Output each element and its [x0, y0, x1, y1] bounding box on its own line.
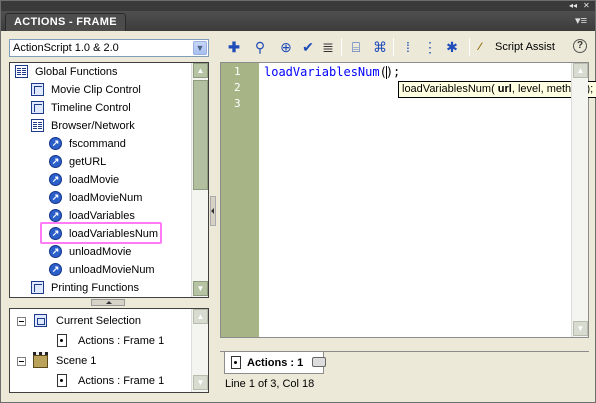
scroll-up-icon[interactable]: ▲ — [193, 63, 208, 78]
debug-options-icon[interactable]: ⌘ — [371, 38, 389, 56]
code-hint-tooltip: loadVariablesNum( url, level, method ); — [398, 81, 596, 98]
current-selection-icon — [34, 314, 47, 327]
panel-tab[interactable]: ACTIONS - FRAME — [5, 13, 126, 31]
script-editor[interactable]: 1 2 3 loadVariablesNum(); loadVariablesN… — [220, 62, 596, 338]
toolbox-item-label: Printing Functions — [51, 282, 140, 294]
pane-splitter-vertical[interactable] — [210, 196, 216, 226]
scroll-down-icon[interactable]: ▼ — [193, 281, 208, 296]
scroll-up-icon[interactable]: ▲ — [193, 309, 208, 324]
collapse-tree-icon[interactable] — [17, 357, 26, 366]
collapse-selection-icon[interactable]: ⋮ — [421, 38, 439, 56]
highlight-annotation — [40, 222, 162, 244]
toolbox-item-label: unloadMovieNum — [69, 264, 155, 276]
toolbar-separator — [341, 38, 342, 56]
line-number: 1 — [234, 65, 241, 78]
pin-script-icon[interactable] — [312, 357, 326, 367]
navigator-scrollbar[interactable]: ▲ ▼ — [191, 309, 208, 392]
add-item-icon[interactable]: ✚ — [225, 38, 243, 56]
book-icon — [31, 281, 44, 294]
actions-toolbar: ✚ ⚲ ⊕ ✔ ≣ ⌸ ⌘ ⁞ ⋮ ✱ ⁄ Script Assist ? — [221, 36, 593, 58]
code-close: ); — [385, 65, 401, 79]
code-hint-icon[interactable]: ⌸ — [347, 38, 365, 56]
function-icon: ↗ — [49, 173, 62, 186]
scene-frame[interactable]: Actions : Frame 1 — [78, 373, 164, 389]
toolbox-item-label: loadMovieNum — [69, 192, 143, 204]
wand-icon: ⁄ — [479, 41, 481, 53]
book-icon — [31, 101, 44, 114]
toolbar-separator — [393, 38, 394, 56]
tooltip-prefix: loadVariablesNum( — [402, 83, 498, 95]
function-icon: ↗ — [49, 209, 62, 222]
current-selection-label[interactable]: Current Selection — [56, 313, 141, 329]
collapse-braces-icon[interactable]: ⁞ — [399, 38, 417, 56]
target-path-icon[interactable]: ⊕ — [277, 38, 295, 56]
frame-icon — [57, 334, 67, 347]
close-panel-icon[interactable]: ✕ — [583, 2, 590, 10]
function-icon: ↗ — [49, 263, 62, 276]
script-tab-bar: Actions : 1 — [220, 351, 589, 375]
panel-title-bar: ◂◂ ✕ ACTIONS - FRAME ▾≡ — [1, 1, 595, 31]
scroll-down-icon[interactable]: ▼ — [573, 321, 588, 336]
panel-menu-icon[interactable]: ▾≡ — [575, 16, 587, 27]
pane-splitter-horizontal[interactable] — [91, 299, 125, 306]
code-function-name: loadVariablesNum — [264, 65, 380, 79]
scroll-down-icon[interactable]: ▼ — [193, 375, 208, 390]
function-icon: ↗ — [49, 191, 62, 204]
scrollbar-thumb[interactable] — [193, 80, 208, 190]
script-tab[interactable]: Actions : 1 — [224, 352, 324, 374]
toolbox-item-label: Browser/Network — [51, 120, 135, 132]
frame-icon — [231, 356, 241, 369]
toolbar-separator — [469, 38, 470, 56]
actions-panel: ◂◂ ✕ ACTIONS - FRAME ▾≡ ActionScript 1.0… — [0, 0, 596, 403]
toolbox-scrollbar[interactable]: ▲ ▼ — [191, 63, 208, 297]
panel-top-strip: ◂◂ ✕ — [1, 1, 595, 11]
toolbox-item-label: unloadMovie — [69, 246, 132, 258]
function-icon: ↗ — [49, 137, 62, 150]
auto-format-icon[interactable]: ≣ — [319, 38, 337, 56]
toolbox-item-label: Global Functions — [35, 66, 118, 78]
script-assist-label: Script Assist — [495, 41, 555, 53]
scene-icon — [33, 352, 48, 368]
line-number: 2 — [234, 81, 241, 94]
function-icon: ↗ — [49, 245, 62, 258]
current-selection-frame[interactable]: Actions : Frame 1 — [78, 333, 164, 349]
check-syntax-icon[interactable]: ✔ — [299, 38, 317, 56]
function-icon: ↗ — [49, 155, 62, 168]
toolbox-item-label: Movie Clip Control — [51, 84, 141, 96]
help-icon[interactable]: ? — [573, 39, 587, 53]
line-number: 3 — [234, 97, 241, 110]
editor-scrollbar[interactable]: ▲ ▼ — [571, 63, 588, 337]
code-line-1[interactable]: loadVariablesNum(); — [264, 64, 400, 80]
actions-toolbox: Global Functions Movie Clip Control Time… — [9, 62, 209, 298]
scene-label[interactable]: Scene 1 — [56, 353, 96, 369]
language-select-value: ActionScript 1.0 & 2.0 — [13, 42, 119, 54]
toolbox-item-label: fscommand — [69, 138, 126, 150]
tooltip-current-param: url — [497, 83, 512, 95]
book-open-icon — [15, 65, 28, 78]
script-assist-button[interactable]: ⁄ Script Assist — [479, 38, 555, 56]
script-tab-label: Actions : 1 — [247, 357, 304, 369]
collapse-panel-icon[interactable]: ◂◂ — [569, 2, 577, 10]
script-navigator: Current Selection Actions : Frame 1 Scen… — [9, 308, 209, 393]
chevron-down-icon[interactable]: ▼ — [193, 41, 207, 55]
toolbox-item-label: getURL — [69, 156, 107, 168]
book-open-icon — [31, 119, 44, 132]
toolbox-item-label: Timeline Control — [51, 102, 131, 114]
find-icon[interactable]: ⚲ — [251, 38, 269, 56]
book-icon — [31, 83, 44, 96]
expand-all-icon[interactable]: ✱ — [443, 38, 461, 56]
toolbox-item-label: loadMovie — [69, 174, 120, 186]
line-number-gutter: 1 2 3 — [221, 63, 259, 337]
collapse-tree-icon[interactable] — [17, 317, 26, 326]
status-bar: Line 1 of 3, Col 18 — [225, 378, 315, 390]
language-select[interactable]: ActionScript 1.0 & 2.0 ▼ — [9, 39, 209, 57]
frame-icon — [57, 374, 67, 387]
scroll-up-icon[interactable]: ▲ — [573, 63, 588, 78]
